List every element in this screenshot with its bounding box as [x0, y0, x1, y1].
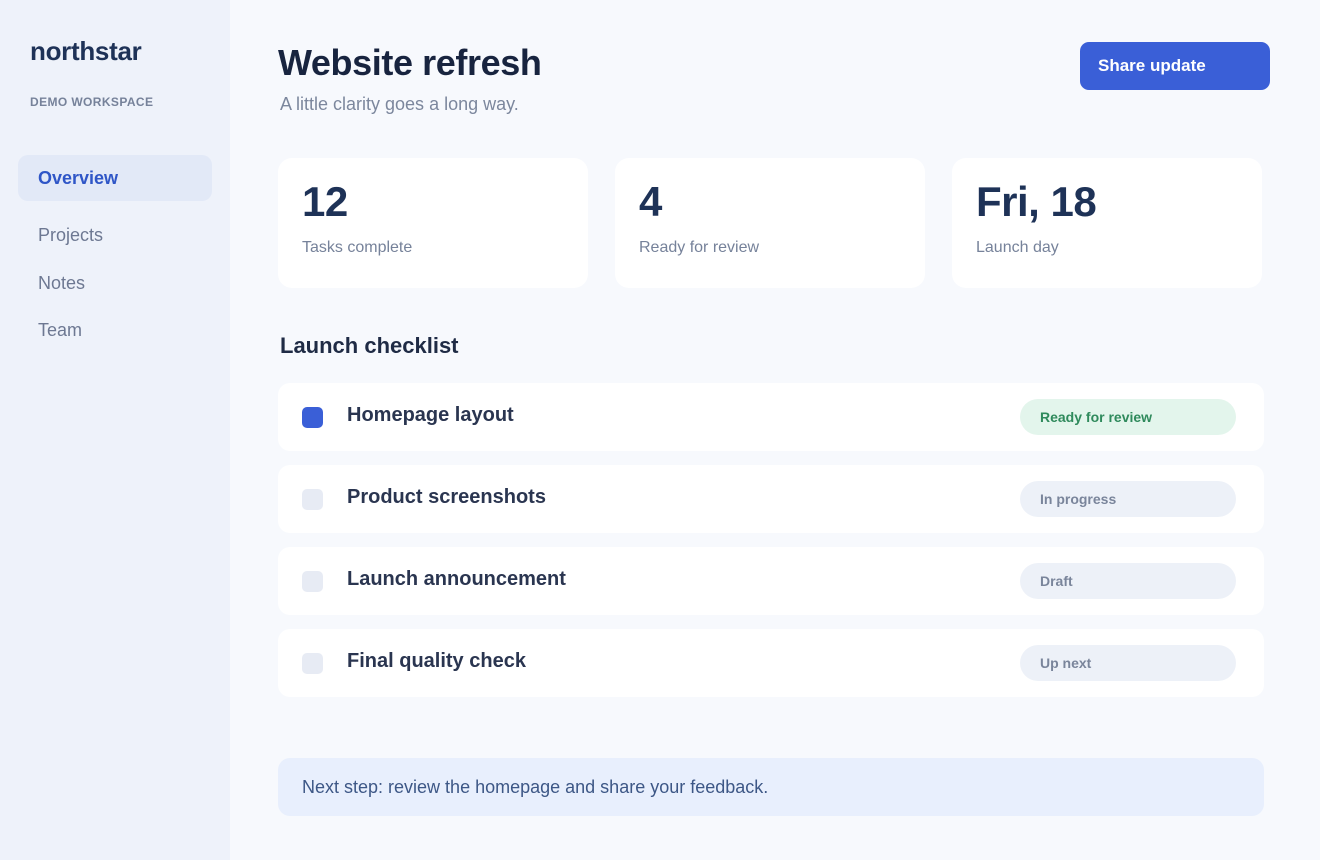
page-subtitle: A little clarity goes a long way.	[280, 94, 519, 114]
sidebar-item-overview[interactable]: Overview	[18, 155, 212, 201]
status-badge: In progress	[1020, 481, 1236, 517]
stat-value: 12	[302, 178, 348, 225]
task-label: Final quality check	[347, 650, 526, 672]
status-badge: Up next	[1020, 645, 1236, 681]
stat-value: Fri, 18	[976, 178, 1097, 225]
share-update-button[interactable]: Share update	[1080, 42, 1270, 90]
checklist-item[interactable]: Final quality check Up next	[278, 629, 1264, 697]
task-label: Product screenshots	[347, 486, 546, 508]
stat-card-ready-for-review: 4 Ready for review	[615, 158, 925, 288]
task-label: Launch announcement	[347, 568, 566, 590]
task-checkbox[interactable]	[302, 489, 323, 510]
task-checkbox-checked[interactable]	[302, 407, 323, 428]
task-label: Homepage layout	[347, 404, 514, 426]
app-window: northstar DEMO WORKSPACE Overview Projec…	[0, 0, 1320, 860]
checklist-item[interactable]: Homepage layout Ready for review	[278, 383, 1264, 451]
checklist-title: Launch checklist	[280, 333, 459, 358]
stat-label: Tasks complete	[302, 239, 413, 256]
sidebar-item-projects[interactable]: Projects	[18, 212, 212, 258]
brand-logo[interactable]: northstar	[30, 36, 142, 67]
sidebar-item-team[interactable]: Team	[18, 307, 212, 353]
stat-label: Launch day	[976, 239, 1059, 256]
checklist-item[interactable]: Product screenshots In progress	[278, 465, 1264, 533]
status-badge: Ready for review	[1020, 399, 1236, 435]
stat-label: Ready for review	[639, 239, 760, 256]
stat-card-tasks-complete: 12 Tasks complete	[278, 158, 588, 288]
stat-value: 4	[639, 178, 662, 225]
status-badge: Draft	[1020, 563, 1236, 599]
stat-card-launch-day: Fri, 18 Launch day	[952, 158, 1262, 288]
task-checkbox[interactable]	[302, 653, 323, 674]
workspace-label: DEMO WORKSPACE	[30, 95, 154, 109]
sidebar-item-notes[interactable]: Notes	[18, 260, 212, 306]
checklist-item[interactable]: Launch announcement Draft	[278, 547, 1264, 615]
sidebar: northstar DEMO WORKSPACE Overview Projec…	[0, 0, 230, 860]
page-title: Website refresh	[278, 42, 542, 83]
next-step-banner: Next step: review the homepage and share…	[278, 758, 1264, 816]
task-checkbox[interactable]	[302, 571, 323, 592]
